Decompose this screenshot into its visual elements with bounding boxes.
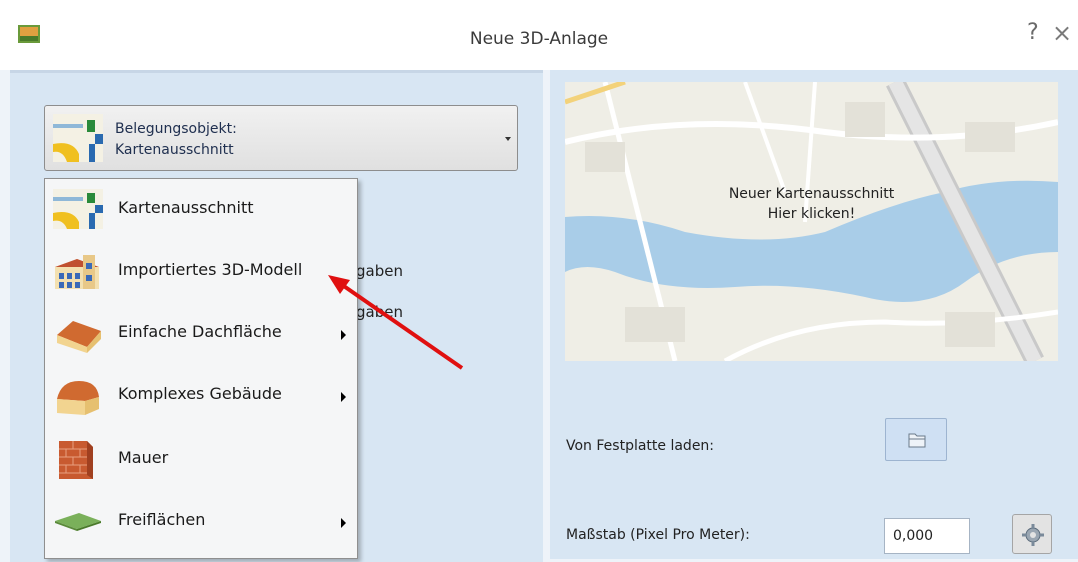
chevron-down-icon (505, 137, 511, 141)
dropdown-label-line2: Kartenausschnitt (115, 142, 234, 158)
title-bar: Neue 3D-Anlage ? × (0, 0, 1078, 70)
scale-input[interactable] (884, 518, 970, 554)
menu-item-label: Kartenausschnitt (118, 198, 254, 217)
map-hint-line2: Hier klicken! (767, 206, 856, 222)
load-from-disk-label: Von Festplatte laden: (566, 438, 715, 454)
map-preview[interactable]: Neuer Kartenausschnitt Hier klicken! (565, 82, 1058, 361)
menu-item-label: Freiflächen (118, 510, 206, 529)
complex-building-icon (57, 381, 99, 415)
menu-item-einfache-dachflaeche[interactable]: Einfache Dachfläche (45, 303, 357, 363)
red-arrow-annotation (328, 275, 464, 370)
scale-label: Maßstab (Pixel Pro Meter): (566, 527, 750, 543)
3d-model-icon (55, 255, 99, 289)
map-section-icon (53, 189, 103, 229)
wall-icon (59, 441, 93, 479)
menu-item-label: Importiertes 3D-Modell (118, 260, 303, 279)
map-section-icon (53, 114, 103, 162)
map-hint-line1: Neuer Kartenausschnitt (728, 186, 895, 202)
object-type-menu: Kartenausschnitt Importiertes 3D-Modell … (44, 178, 358, 559)
menu-item-kartenausschnitt[interactable]: Kartenausschnitt (45, 179, 357, 239)
gear-icon (1022, 524, 1044, 546)
scale-settings-button[interactable] (1012, 514, 1052, 554)
menu-item-label: Einfache Dachfläche (118, 322, 282, 341)
submenu-arrow-icon (341, 518, 346, 528)
menu-item-freiflaechen[interactable]: Freiflächen (45, 491, 357, 551)
folder-icon (908, 433, 926, 448)
object-type-dropdown[interactable]: Belegungsobjekt: Kartenausschnitt (44, 105, 518, 171)
menu-item-label: Komplexes Gebäude (118, 384, 282, 403)
submenu-arrow-icon (341, 392, 346, 402)
open-space-icon (55, 513, 101, 531)
close-button[interactable]: × (1052, 19, 1072, 47)
window-title: Neue 3D-Anlage (469, 29, 609, 49)
load-from-disk-button[interactable] (885, 418, 947, 461)
menu-item-importiertes-3d-modell[interactable]: Importiertes 3D-Modell (45, 241, 357, 301)
menu-item-mauer[interactable]: Mauer (45, 429, 357, 489)
help-button[interactable]: ? (1027, 20, 1039, 45)
dropdown-label-line1: Belegungsobjekt: (115, 121, 237, 137)
simple-roof-icon (57, 321, 101, 353)
menu-item-label: Mauer (118, 448, 169, 467)
menu-item-komplexes-gebaeude[interactable]: Komplexes Gebäude (45, 365, 357, 425)
